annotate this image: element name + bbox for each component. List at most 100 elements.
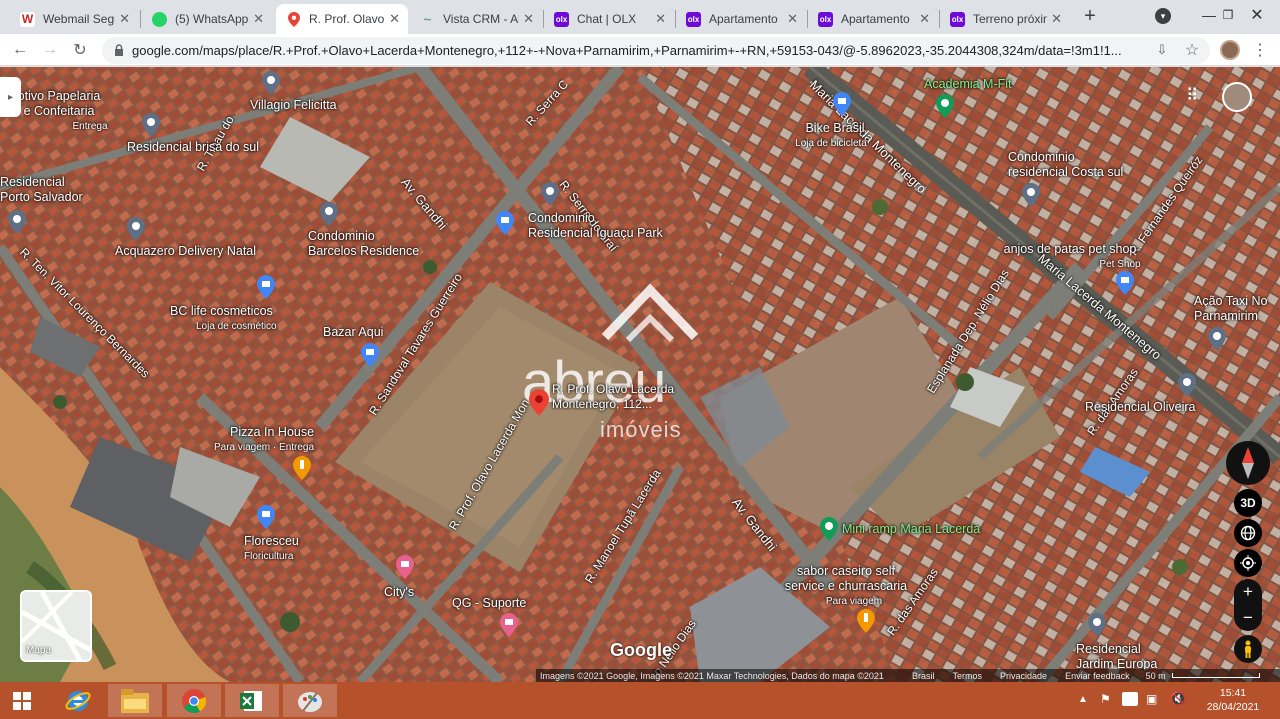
volume-icon[interactable]: 🔇 — [1170, 691, 1186, 707]
reload-icon[interactable]: ↻ — [68, 38, 92, 62]
shop-pin-icon[interactable] — [833, 92, 851, 116]
paint-icon[interactable] — [283, 684, 337, 717]
install-icon[interactable]: ⇩ — [1150, 38, 1174, 62]
tab-google-maps[interactable]: R. Prof. Olavo Lacerda ✕ — [276, 4, 408, 34]
tab-olx-apartamento-1[interactable]: olx Apartamento ✕ — [676, 4, 806, 34]
map-pin-icon[interactable] — [262, 71, 280, 95]
map-pin-icon[interactable] — [1088, 613, 1106, 637]
address-bar[interactable]: google.com/maps/place/R.+Prof.+Olavo+Lac… — [102, 37, 1210, 64]
tab-olx-chat[interactable]: olx Chat | OLX ✕ — [544, 4, 674, 34]
tab-vista-crm[interactable]: ~ Vista CRM - Al ✕ — [410, 4, 542, 34]
excel-icon[interactable] — [225, 684, 279, 717]
new-tab-button[interactable]: + — [1078, 4, 1102, 28]
feedback-link[interactable]: Enviar feedback — [1065, 671, 1130, 681]
shop-pin-icon[interactable] — [257, 505, 275, 529]
place-label-anjos[interactable]: anjos de patas pet shop Pet Shop — [996, 242, 1144, 272]
gym-pin-icon[interactable] — [936, 94, 954, 118]
windows-start-icon[interactable] — [0, 684, 44, 717]
file-explorer-icon[interactable] — [108, 684, 162, 717]
map-pin-icon[interactable] — [1208, 327, 1226, 351]
place-label-villagio[interactable]: Villagio Felicitta — [250, 98, 337, 113]
place-label-europa[interactable]: Residencial Jardim Europa — [1076, 642, 1157, 672]
tab-search-icon[interactable]: ▾ — [1155, 8, 1171, 24]
map-pin-icon[interactable] — [320, 202, 338, 226]
network-icon[interactable]: ▣ — [1146, 692, 1157, 706]
country-link[interactable]: Brasil — [912, 671, 935, 681]
pegman-icon[interactable] — [1234, 635, 1262, 663]
shop-pin-icon[interactable] — [361, 343, 379, 367]
shopping-pin-icon[interactable] — [396, 555, 414, 579]
apps-grid-icon[interactable]: ⠿ — [1186, 86, 1198, 106]
place-label-porto[interactable]: Residencial Porto Salvador — [0, 175, 83, 205]
restaurant-pin-icon[interactable] — [857, 609, 875, 633]
satellite-map[interactable]: abreu imóveis R. Serra C R. Tibau do Av.… — [0, 67, 1280, 682]
close-tab-icon[interactable]: ✕ — [253, 11, 264, 27]
tab-webmail[interactable]: W Webmail Seguro ✕ — [10, 4, 138, 34]
place-label-costa-sul[interactable]: Condominio residencial Costa sul — [1008, 150, 1123, 180]
show-hidden-icons[interactable]: ▲ — [1078, 694, 1088, 705]
map-pin-icon[interactable] — [1022, 183, 1040, 207]
collapse-panel-button[interactable]: ▸ — [0, 77, 21, 117]
park-pin-icon[interactable] — [820, 517, 838, 541]
app-tray-icon[interactable] — [1122, 692, 1138, 706]
map-pin-icon[interactable] — [541, 182, 559, 206]
close-window-icon[interactable]: ✕ — [1234, 0, 1280, 30]
tab-olx-apartamento-2[interactable]: olx Apartamento ✕ — [808, 4, 938, 34]
globe-icon[interactable] — [1234, 519, 1262, 547]
selected-place-label[interactable]: R. Prof. Olavo Lacerda Montenegro, 112..… — [552, 382, 674, 412]
close-tab-icon[interactable]: ✕ — [787, 11, 798, 27]
place-label-brisa[interactable]: Residencial brisa do sul — [127, 140, 259, 155]
place-label-taxi[interactable]: Ação Taxi No Parnamirim — [1194, 294, 1267, 324]
chrome-icon[interactable] — [167, 684, 221, 717]
place-label-barcelos[interactable]: Condominio Barcelos Residence — [308, 229, 419, 259]
scale-label[interactable]: 50 m — [1146, 671, 1166, 681]
selected-location-pin-icon[interactable] — [529, 389, 549, 416]
map-pin-icon[interactable] — [1178, 373, 1196, 397]
shopping-pin-icon[interactable] — [500, 613, 518, 637]
shop-pin-icon[interactable] — [257, 275, 275, 299]
compass-control[interactable] — [1226, 441, 1270, 485]
close-tab-icon[interactable]: ✕ — [119, 11, 130, 27]
map-layer-toggle[interactable]: Mapa — [20, 590, 92, 662]
place-label-pizza[interactable]: Pizza In House Para viagem · Entrega — [214, 425, 314, 455]
map-pin-icon[interactable] — [8, 210, 26, 234]
forward-arrow-icon[interactable]: → — [38, 38, 62, 62]
close-tab-icon[interactable]: ✕ — [1051, 11, 1062, 27]
privacy-link[interactable]: Privacidade — [1000, 671, 1047, 681]
account-avatar[interactable] — [1222, 82, 1252, 112]
close-tab-icon[interactable]: ✕ — [523, 11, 534, 27]
place-label-citys[interactable]: City's — [384, 585, 414, 600]
shop-pin-icon[interactable] — [496, 211, 514, 235]
terms-link[interactable]: Termos — [953, 671, 983, 681]
place-label-mini-ramp[interactable]: Mini ramp Maria Lacerda — [842, 522, 980, 537]
zoom-out-button[interactable]: − — [1234, 605, 1262, 631]
bookmark-star-icon[interactable]: ☆ — [1180, 38, 1204, 62]
place-label-sabor[interactable]: sabor caseiro self service e churrascari… — [776, 564, 916, 609]
3d-button[interactable]: 3D — [1234, 489, 1262, 517]
flag-icon[interactable]: ⚑ — [1100, 692, 1111, 706]
back-arrow-icon[interactable]: ← — [8, 38, 32, 62]
map-pin-icon[interactable] — [127, 217, 145, 241]
tab-olx-terreno[interactable]: olx Terreno próximo ✕ — [940, 4, 1070, 34]
profile-avatar[interactable] — [1220, 40, 1240, 60]
my-location-icon[interactable] — [1234, 549, 1262, 577]
shop-pin-icon[interactable] — [1116, 271, 1134, 295]
close-tab-icon[interactable]: ✕ — [389, 11, 400, 27]
place-label-acquazero[interactable]: Acquazero Delivery Natal — [115, 244, 256, 259]
place-label-iguacu[interactable]: Condominio Residencial Iguaçu Park — [528, 211, 663, 241]
internet-explorer-icon[interactable] — [51, 684, 105, 717]
place-label-qg[interactable]: QG - Suporte — [452, 596, 526, 611]
place-label-bazar[interactable]: Bazar Aqui — [323, 325, 383, 340]
tab-whatsapp[interactable]: (5) WhatsApp ✕ — [142, 4, 272, 34]
place-label-academia[interactable]: Academia M-Fit — [924, 77, 1012, 92]
system-clock[interactable]: 15:41 28/04/2021 — [1193, 686, 1273, 714]
close-tab-icon[interactable]: ✕ — [655, 11, 666, 27]
place-label-floresceu[interactable]: Floresceu Floricultura — [244, 534, 299, 564]
restaurant-pin-icon[interactable] — [293, 456, 311, 480]
place-label-oliveira[interactable]: Residencial Oliveira — [1085, 400, 1195, 415]
place-label-bc-life[interactable]: BC life cosmeticos Loja de cosmético — [170, 304, 277, 334]
place-label-bike-brasil[interactable]: Bike Brasil Loja de bicicleta — [790, 121, 880, 151]
menu-kebab-icon[interactable]: ⋮ — [1248, 38, 1272, 62]
zoom-in-button[interactable]: + — [1234, 579, 1262, 605]
close-tab-icon[interactable]: ✕ — [919, 11, 930, 27]
